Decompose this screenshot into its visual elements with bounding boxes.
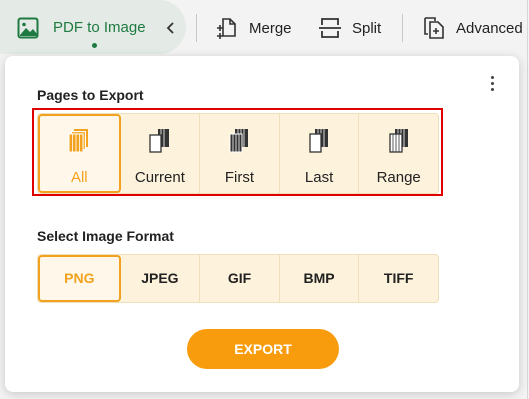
first-page-icon xyxy=(229,129,249,153)
page-option-label: Range xyxy=(376,169,421,186)
page-option-label: All xyxy=(70,169,88,186)
toolbar-divider xyxy=(402,14,403,42)
page-option-current[interactable]: Current xyxy=(121,114,201,193)
format-option-label: TIFF xyxy=(383,270,414,286)
chevron-left-icon[interactable] xyxy=(163,19,179,37)
format-option-label: BMP xyxy=(303,270,335,286)
window-edge xyxy=(527,0,528,399)
current-page-icon xyxy=(149,129,169,153)
export-options-panel: Pages to Export All Current First Last R… xyxy=(5,56,519,392)
merge-label: Merge xyxy=(249,19,292,37)
format-option-group: PNG JPEG GIF BMP TIFF xyxy=(37,254,439,303)
tab-pdf-to-image[interactable]: PDF to Image xyxy=(0,0,186,54)
pages-section-title: Pages to Export xyxy=(37,87,144,103)
toolbar-divider xyxy=(196,14,197,42)
export-button[interactable]: EXPORT xyxy=(187,329,339,369)
page-option-all[interactable]: All xyxy=(38,114,121,193)
merge-button[interactable]: Merge xyxy=(215,14,292,42)
advanced-label: Advanced xyxy=(456,19,523,37)
active-indicator-dot xyxy=(92,43,97,48)
split-button[interactable]: Split xyxy=(318,14,381,42)
split-icon xyxy=(319,18,341,38)
page-option-last[interactable]: Last xyxy=(280,114,360,193)
format-section-title: Select Image Format xyxy=(37,228,174,244)
all-pages-icon xyxy=(68,129,89,153)
page-option-label: Current xyxy=(134,169,185,186)
format-option-label: GIF xyxy=(227,270,252,286)
range-pages-icon xyxy=(389,129,408,153)
page-option-first[interactable]: First xyxy=(200,114,280,193)
image-icon xyxy=(17,17,39,39)
pages-option-group: All Current First Last Range xyxy=(37,113,439,194)
format-option-png[interactable]: PNG xyxy=(38,255,121,302)
format-option-label: JPEG xyxy=(141,270,179,286)
page-option-range[interactable]: Range xyxy=(359,114,438,193)
format-option-tiff[interactable]: TIFF xyxy=(359,255,438,302)
page-option-label: First xyxy=(224,169,255,186)
advanced-button[interactable]: Advanced xyxy=(422,14,523,42)
format-option-label: PNG xyxy=(64,270,95,286)
page-option-label: Last xyxy=(304,169,334,186)
format-option-gif[interactable]: GIF xyxy=(200,255,280,302)
format-option-bmp[interactable]: BMP xyxy=(280,255,360,302)
format-option-jpeg[interactable]: JPEG xyxy=(121,255,201,302)
add-file-icon xyxy=(424,17,444,39)
more-vertical-icon[interactable] xyxy=(489,76,495,94)
top-toolbar: PDF to Image Merge Split Advanced xyxy=(0,0,529,56)
merge-icon xyxy=(217,18,236,39)
split-label: Split xyxy=(352,19,382,37)
last-page-icon xyxy=(309,129,329,153)
tab-label: PDF to Image xyxy=(53,19,146,36)
